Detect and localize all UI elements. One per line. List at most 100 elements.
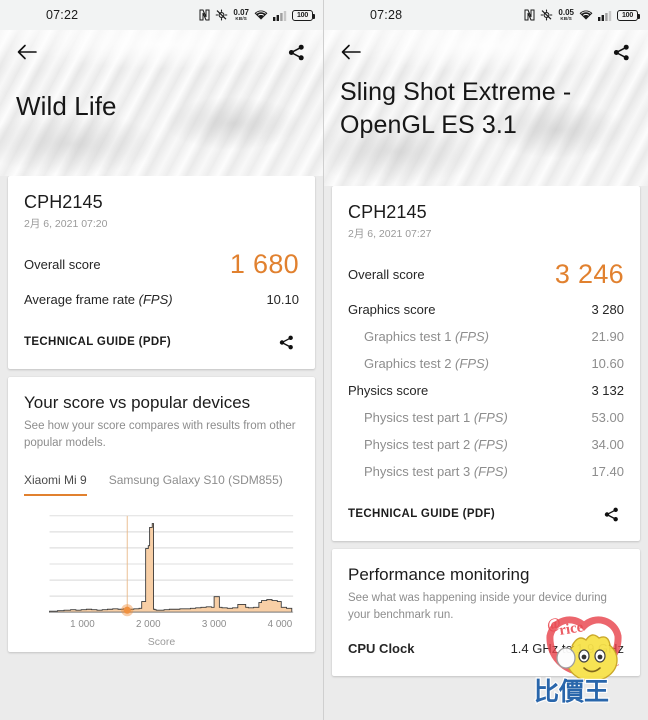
network-speed-unit: KB/S xyxy=(560,15,572,21)
hero-toolbar-left xyxy=(0,30,323,74)
cellular-signal-icon xyxy=(598,10,612,21)
score-label: Graphics score xyxy=(348,302,436,317)
perf-subtitle: See what was happening inside your devic… xyxy=(348,592,607,621)
score-row: Physics test part 3 (FPS) 17.40 xyxy=(348,458,624,485)
battery-level: 100 xyxy=(621,11,634,19)
location-off-icon xyxy=(216,9,228,21)
hero-toolbar-right xyxy=(324,30,648,74)
nfc-icon xyxy=(524,9,535,21)
result-card-left: CPH2145 2月 6, 2021 07:20 Overall score 1… xyxy=(8,176,315,369)
share-icon[interactable] xyxy=(273,329,299,355)
wifi-icon xyxy=(579,10,593,20)
benchmark-title-right: Sling Shot Extreme - OpenGL ES 3.1 xyxy=(340,78,572,139)
svg-text:比價王: 比價王 xyxy=(534,677,609,706)
chart-your-score-marker[interactable] xyxy=(123,607,131,615)
watermark-text-bottom: 比價王 xyxy=(533,676,610,707)
score-value: 17.40 xyxy=(591,464,624,479)
score-row: Graphics test 1 (FPS) 21.90 xyxy=(348,323,624,350)
status-icons: 0.05 KB/S 100 xyxy=(524,8,640,22)
compare-subtitle: See how your score compares with results… xyxy=(24,420,296,449)
distribution-svg: 1 000 2 000 3 000 4 000 xyxy=(49,515,294,630)
score-value: 53.00 xyxy=(591,410,624,425)
back-arrow-icon[interactable] xyxy=(338,39,364,65)
technical-guide-link[interactable]: TECHNICAL GUIDE (PDF) xyxy=(24,336,171,348)
chart-area-series xyxy=(49,523,293,613)
location-off-icon xyxy=(541,9,553,21)
hero-banner-left: Wild Life xyxy=(0,30,323,176)
score-value: 1 680 xyxy=(229,249,299,279)
hero-banner-right: Sling Shot Extreme - OpenGL ES 3.1 xyxy=(324,30,648,186)
chart-x-tick-label: 2 000 xyxy=(136,619,161,630)
cellular-signal-icon xyxy=(273,10,287,21)
score-value: 3 280 xyxy=(591,302,624,317)
score-value: 21.90 xyxy=(591,329,624,344)
device-compare-tabs: Xiaomi Mi 9 Samsung Galaxy S10 (SDM855) xyxy=(24,473,299,497)
share-icon[interactable] xyxy=(598,501,624,527)
score-row: Graphics score 3 280 xyxy=(348,296,624,323)
score-value: 3 246 xyxy=(554,259,624,289)
device-name: CPH2145 xyxy=(348,202,427,222)
score-rows-right: Overall score 3 246 Graphics score 3 280 Gra… xyxy=(348,257,624,485)
network-speed-indicator: 0.05 KB/S xyxy=(558,8,574,22)
right-screenshot-panel: 07:28 0.05 KB/S 100 Sling Shot Extreme -… xyxy=(324,0,648,720)
nfc-icon xyxy=(199,9,210,21)
perf-rows: CPU Clock 1.4 GHz to 1.9 GHz xyxy=(348,635,624,662)
chart-x-tick-label: 4 000 xyxy=(268,619,293,630)
device-name: CPH2145 xyxy=(24,192,103,212)
score-value: 34.00 xyxy=(591,437,624,452)
left-screenshot-panel: 07:22 0.07 KB/S 100 Wild Life CPH2145 2月… xyxy=(0,0,324,720)
perf-title: Performance monitoring xyxy=(348,565,530,584)
chart-x-axis-label: Score xyxy=(147,636,176,649)
status-bar-right: 07:28 0.05 KB/S 100 xyxy=(324,0,648,30)
score-value: 10.60 xyxy=(591,356,624,371)
wifi-icon xyxy=(254,10,268,20)
chart-x-tick-label: 3 000 xyxy=(202,619,227,630)
score-value: 10.10 xyxy=(266,292,299,307)
score-row: Physics test part 2 (FPS) 34.00 xyxy=(348,431,624,458)
score-label: Overall score xyxy=(24,257,101,272)
technical-guide-row-right: TECHNICAL GUIDE (PDF) xyxy=(348,501,624,527)
perf-label: CPU Clock xyxy=(348,641,415,657)
technical-guide-link[interactable]: TECHNICAL GUIDE (PDF) xyxy=(348,508,495,520)
compare-card: Your score vs popular devices See how yo… xyxy=(8,377,315,653)
share-icon[interactable] xyxy=(608,39,634,65)
compare-title: Your score vs popular devices xyxy=(24,393,251,412)
result-card-right: CPH2145 2月 6, 2021 07:27 Overall score 3 … xyxy=(332,186,640,541)
tab-samsung-galaxy-s10[interactable]: Samsung Galaxy S10 (SDM855) xyxy=(109,473,283,496)
score-row-overall: Overall score 1 680 xyxy=(24,247,299,286)
tab-xiaomi-mi-9[interactable]: Xiaomi Mi 9 xyxy=(24,473,87,497)
score-label: Graphics test 2 (FPS) xyxy=(364,356,489,371)
perf-row-cpu-clock: CPU Clock 1.4 GHz to 1.9 GHz xyxy=(348,635,624,662)
score-label: Physics test part 3 (FPS) xyxy=(364,464,508,479)
score-label: Physics score xyxy=(348,383,429,398)
score-row: Overall score 3 246 xyxy=(348,257,624,296)
status-icons: 0.07 KB/S 100 xyxy=(199,8,315,22)
battery-level: 100 xyxy=(296,11,309,19)
score-row: Physics score 3 132 xyxy=(348,377,624,404)
share-icon[interactable] xyxy=(283,39,309,65)
result-timestamp: 2月 6, 2021 07:27 xyxy=(348,228,432,240)
status-time: 07:28 xyxy=(370,8,403,22)
status-bar-left: 07:22 0.07 KB/S 100 xyxy=(0,0,323,30)
score-row: Graphics test 2 (FPS) 10.60 xyxy=(348,350,624,377)
score-row: Physics test part 1 (FPS) 53.00 xyxy=(348,404,624,431)
benchmark-title-left: Wild Life xyxy=(16,91,117,121)
dual-screenshot-stage: 07:22 0.07 KB/S 100 Wild Life CPH2145 2月… xyxy=(0,0,648,720)
technical-guide-row-left: TECHNICAL GUIDE (PDF) xyxy=(24,329,299,355)
result-timestamp: 2月 6, 2021 07:20 xyxy=(24,218,108,230)
battery-icon: 100 xyxy=(617,9,640,21)
score-label: Graphics test 1 (FPS) xyxy=(364,329,489,344)
score-rows-left: Overall score 1 680 Average frame rate (… xyxy=(24,247,299,313)
back-arrow-icon[interactable] xyxy=(14,39,40,65)
perf-value: 1.4 GHz to 1.9 GHz xyxy=(510,641,624,657)
score-label: Overall score xyxy=(348,267,425,282)
score-label: Physics test part 2 (FPS) xyxy=(364,437,508,452)
performance-monitoring-card: Performance monitoring See what was happ… xyxy=(332,549,640,677)
network-speed-unit: KB/S xyxy=(235,15,247,21)
network-speed-indicator: 0.07 KB/S xyxy=(233,8,249,22)
score-row-avg-fps: Average frame rate (FPS) 10.10 xyxy=(24,286,299,313)
score-value: 3 132 xyxy=(591,383,624,398)
score-label: Physics test part 1 (FPS) xyxy=(364,410,508,425)
battery-icon: 100 xyxy=(292,9,315,21)
chart-x-tick-label: 1 000 xyxy=(70,619,95,630)
